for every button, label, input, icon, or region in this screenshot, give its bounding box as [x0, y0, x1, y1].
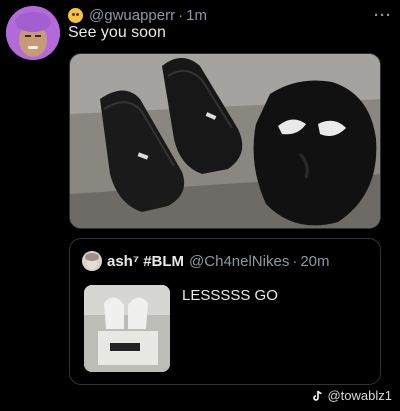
quoted-post-time: 20m	[300, 252, 330, 270]
quoted-tweet-header: ash⁷ #BLM @Ch4nelNikes · 20m	[82, 251, 370, 271]
more-options-icon[interactable]: ···	[374, 7, 392, 24]
quoted-author-handle[interactable]: @Ch4nelNikes	[189, 253, 289, 270]
tiktok-logo-icon	[312, 390, 324, 402]
tweet-header: @gwuapperr · 1m ···	[68, 5, 392, 25]
watermark: @towablz1	[312, 388, 392, 403]
quoted-tweet-text: LESSSSS GO	[182, 287, 278, 304]
quoted-avatar[interactable]	[82, 251, 102, 271]
tweet-text: See you soon	[68, 24, 166, 41]
post-time[interactable]: 1m	[186, 7, 207, 24]
profile-avatar[interactable]	[6, 6, 60, 60]
quoted-separator-dot: ·	[292, 252, 298, 270]
quoted-media-thumbnail[interactable]	[84, 285, 170, 372]
tweet-media-image[interactable]	[69, 53, 381, 229]
quoted-author-name[interactable]: ash⁷ #BLM	[107, 253, 184, 270]
astonished-emoji-icon	[68, 7, 83, 23]
separator-dot: ·	[178, 6, 184, 24]
author-handle[interactable]: @gwuapperr	[89, 7, 175, 24]
watermark-handle: @towablz1	[327, 388, 392, 403]
quoted-tweet[interactable]: ash⁷ #BLM @Ch4nelNikes · 20m LESSSSS GO	[69, 238, 381, 385]
tweet-card[interactable]: @gwuapperr · 1m ··· See you soon ash⁷ #B…	[0, 0, 400, 411]
